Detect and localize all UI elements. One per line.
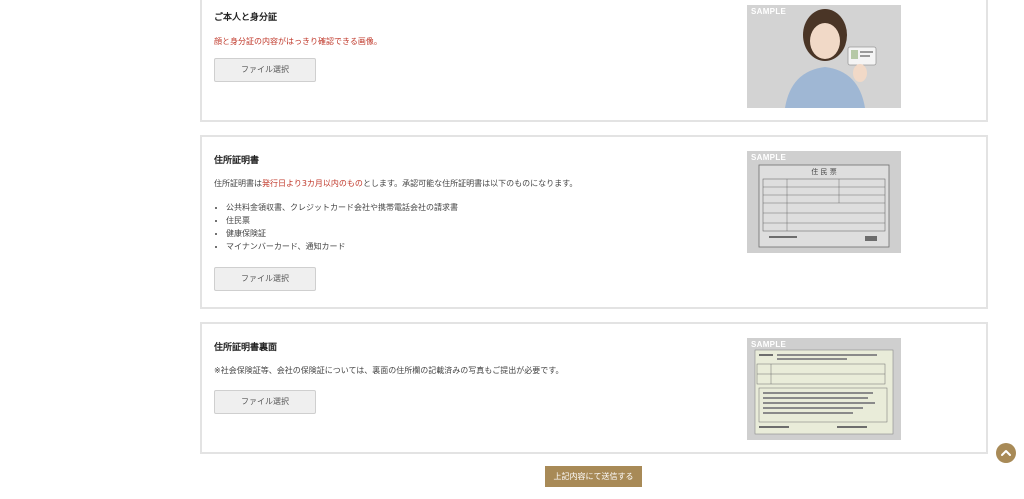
file-select-button[interactable]: ファイル選択: [214, 58, 316, 82]
list-item: 住民票: [226, 214, 458, 227]
back-to-top-button[interactable]: [996, 443, 1016, 463]
sample-image-juminhyo: 住 民 票 SAMPLE: [747, 151, 901, 253]
section-title: 住所証明書: [214, 156, 260, 166]
section-note: 顔と身分証の内容がはっきり確認できる画像。: [214, 37, 382, 46]
section-id-selfie: ご本人と身分証 顔と身分証の内容がはっきり確認できる画像。 ファイル選択 SAM…: [200, 0, 988, 122]
chevron-up-icon: [1001, 450, 1011, 456]
list-item: 健康保険証: [226, 227, 458, 240]
sample-label: SAMPLE: [751, 7, 787, 16]
list-item: 公共料金領収書、クレジットカード会社や携帯電話会社の請求書: [226, 201, 458, 214]
document-title: 住 民 票: [811, 168, 837, 176]
accepted-documents-list: 公共料金領収書、クレジットカード会社や携帯電話会社の請求書 住民票 健康保険証 …: [214, 201, 458, 253]
section-address-proof-back: 住所証明書裏面 ※社会保険証等、会社の保険証については、裏面の住所欄の記載済みの…: [200, 322, 988, 454]
submit-button[interactable]: 上記内容にて送信する: [545, 466, 642, 487]
document-illustration: [747, 338, 901, 440]
section-description: 住所証明書は発行日より3カ月以内のものとします。承認可能な住所証明書は以下のもの…: [214, 179, 578, 188]
section-title: 住所証明書裏面: [214, 343, 278, 353]
section-address-proof: 住所証明書 住所証明書は発行日より3カ月以内のものとします。承認可能な住所証明書…: [200, 135, 988, 309]
selfie-illustration: [747, 5, 901, 108]
section-title: ご本人と身分証: [214, 13, 278, 23]
file-select-button[interactable]: ファイル選択: [214, 390, 316, 414]
sample-label: SAMPLE: [751, 153, 787, 162]
sample-image-selfie: SAMPLE: [747, 5, 901, 108]
sample-image-insurance-back: SAMPLE: [747, 338, 901, 440]
list-item: マイナンバーカード、通知カード: [226, 240, 458, 253]
sample-label: SAMPLE: [751, 340, 787, 349]
file-select-button[interactable]: ファイル選択: [214, 267, 316, 291]
section-note: ※社会保険証等、会社の保険証については、裏面の住所欄の記載済みの写真もご提出が必…: [214, 366, 564, 375]
